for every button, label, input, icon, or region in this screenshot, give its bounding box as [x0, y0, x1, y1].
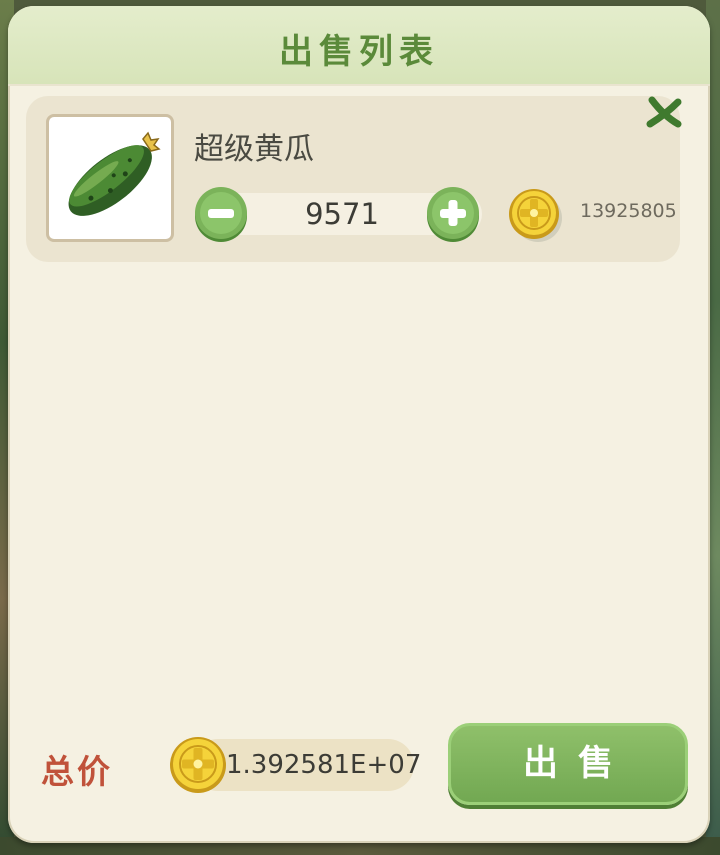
- sell-list-dialog: 出售列表 超级黄瓜 9571 13925805 总价 1.392581E+07 …: [8, 6, 710, 843]
- item-thumbnail: [46, 114, 174, 242]
- total-price-label: 总价: [41, 752, 113, 791]
- gold-coin-icon: [166, 733, 230, 797]
- plus-icon: [427, 187, 479, 242]
- dialog-title: 出售列表: [279, 32, 439, 72]
- cucumber-icon: [68, 131, 161, 216]
- gold-coin-icon: [504, 184, 564, 244]
- decrease-quantity-button[interactable]: [192, 185, 250, 243]
- dialog-header: 出售列表: [8, 6, 710, 86]
- increase-quantity-button[interactable]: [424, 185, 482, 243]
- minus-icon: [195, 187, 247, 242]
- close-button[interactable]: [644, 94, 684, 134]
- item-price: 13925805: [580, 200, 677, 222]
- item-name: 超级黄瓜: [194, 132, 314, 167]
- sell-item-card: 超级黄瓜 9571 13925805: [26, 96, 680, 262]
- sell-button-label: 出售: [522, 744, 633, 784]
- total-price-value: 1.392581E+07: [226, 750, 422, 780]
- sell-button[interactable]: 出售: [448, 723, 688, 805]
- close-x-icon: [646, 96, 682, 128]
